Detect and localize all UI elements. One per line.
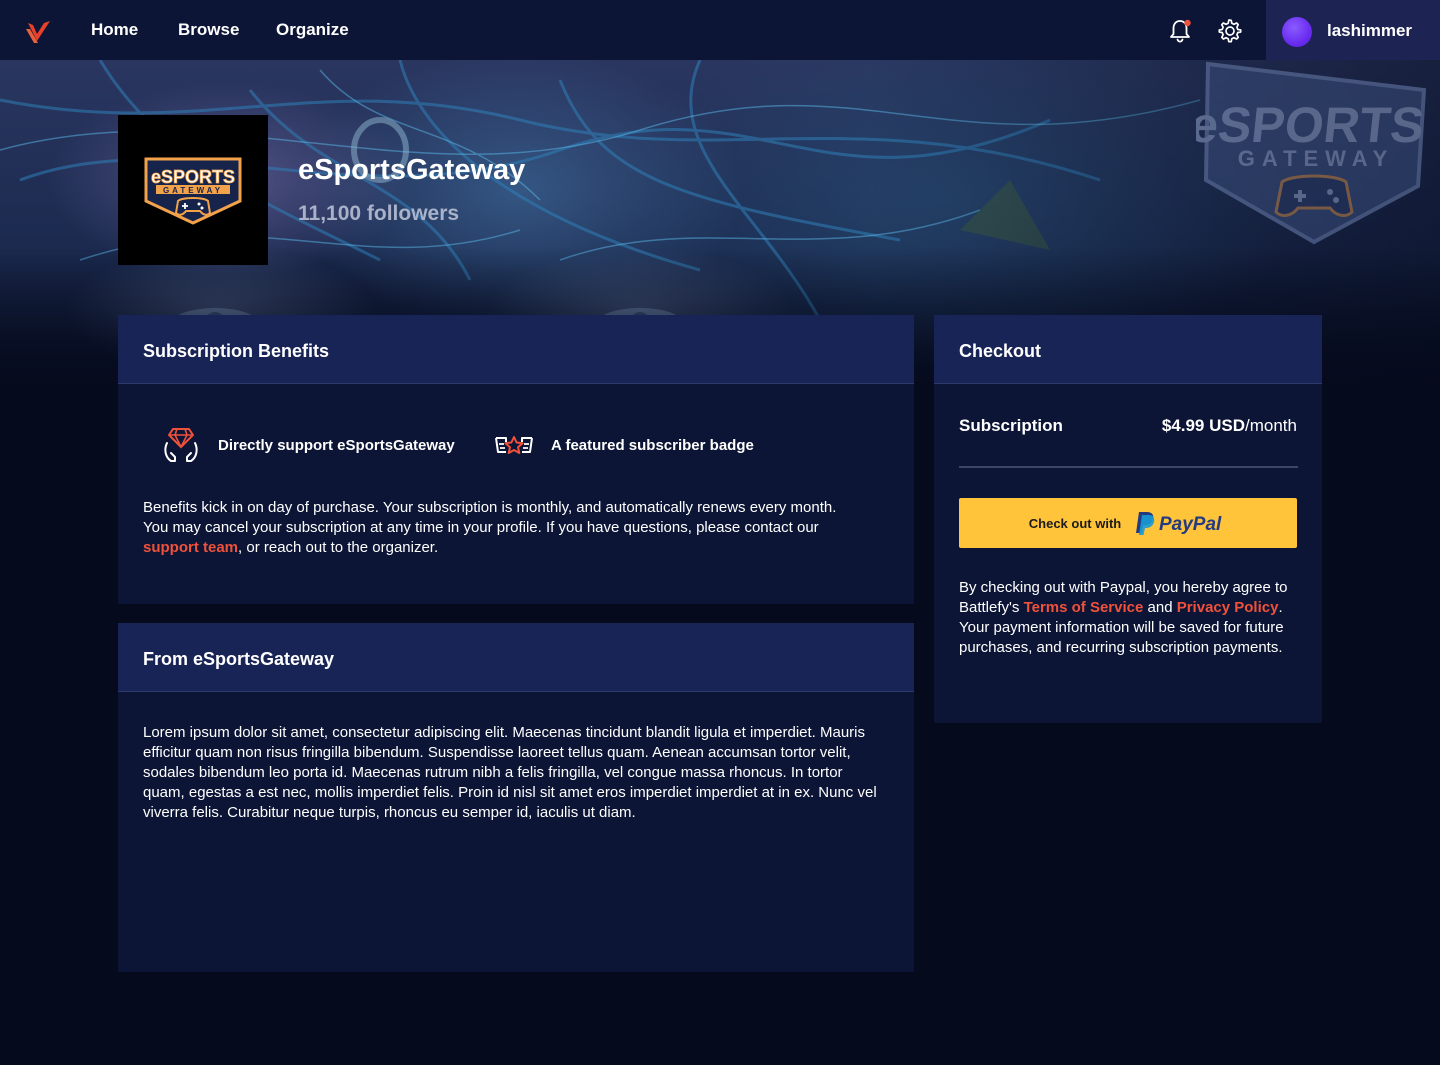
nav-home-link[interactable]: Home [91, 20, 138, 40]
price-period: /month [1245, 416, 1297, 435]
benefit-badge: A featured subscriber badge [494, 430, 754, 460]
card-title: Subscription Benefits [118, 315, 914, 384]
gear-icon[interactable] [1215, 17, 1243, 45]
benefit-support: Directly support eSportsGateway [161, 425, 455, 465]
organizer-name: eSportsGateway [298, 154, 526, 186]
watermark-logo-subtitle: GATEWAY [1238, 146, 1395, 171]
organizer-logo: eSPORTS GATEWAY [118, 115, 268, 265]
benefit-label: A featured subscriber badge [551, 436, 754, 454]
checkout-card: Checkout Subscription $4.99 USD/month Ch… [934, 315, 1322, 723]
support-team-link[interactable]: support team [143, 539, 238, 556]
subscription-benefits-card: Subscription Benefits Directly support e… [118, 315, 914, 604]
price-amount: $4.99 USD [1161, 416, 1246, 435]
battlefy-logo-icon[interactable] [24, 17, 54, 47]
paypal-logo-icon: PayPal [1136, 512, 1222, 535]
card-title: From eSportsGateway [118, 623, 914, 692]
nav-organize-link[interactable]: Organize [276, 20, 349, 40]
watermark-logo-title: eSPORTS [1196, 97, 1427, 153]
divider [959, 466, 1298, 468]
paypal-wordmark: PayPal [1159, 514, 1222, 535]
star-badge-icon [495, 436, 533, 454]
avatar [1282, 17, 1312, 47]
user-menu[interactable]: lashimmer [1266, 0, 1440, 60]
top-nav: Home Browse Organize lashimmer [0, 0, 1440, 60]
nav-browse-link[interactable]: Browse [178, 20, 239, 40]
organizer-logo-title: eSPORTS [151, 167, 235, 187]
organizer-message-card: From eSportsGateway Lorem ipsum dolor si… [118, 623, 914, 972]
checkout-terms-note: By checking out with Paypal, you hereby … [959, 578, 1297, 658]
gem-hands-icon [164, 428, 198, 462]
subscription-price: $4.99 USD/month [1162, 416, 1297, 436]
paypal-button-label: Check out with [1028, 515, 1122, 531]
organizer-message-body: Lorem ipsum dolor sit amet, consectetur … [143, 724, 877, 821]
paypal-checkout-button[interactable]: Check out with PayPal [959, 498, 1297, 548]
benefit-label: Directly support eSportsGateway [218, 436, 455, 454]
card-title: Checkout [934, 315, 1322, 384]
username: lashimmer [1327, 21, 1413, 40]
benefits-description-tail: , or reach out to the organizer. [238, 539, 439, 556]
benefits-description: Benefits kick in on day of purchase. You… [143, 498, 863, 558]
subscription-row: Subscription $4.99 USD/month [959, 416, 1297, 440]
subscription-label: Subscription [959, 416, 1063, 435]
terms-note-and: and [1143, 599, 1177, 616]
organizer-logo-subtitle: GATEWAY [163, 186, 223, 195]
bell-icon[interactable] [1168, 18, 1192, 44]
benefits-description-text: Benefits kick in on day of purchase. You… [143, 499, 837, 536]
esports-gateway-watermark-logo: eSPORTS GATEWAY [1196, 61, 1427, 245]
terms-of-service-link[interactable]: Terms of Service [1024, 599, 1144, 616]
follower-count: 11,100 followers [298, 202, 460, 225]
privacy-policy-link[interactable]: Privacy Policy [1177, 599, 1279, 616]
